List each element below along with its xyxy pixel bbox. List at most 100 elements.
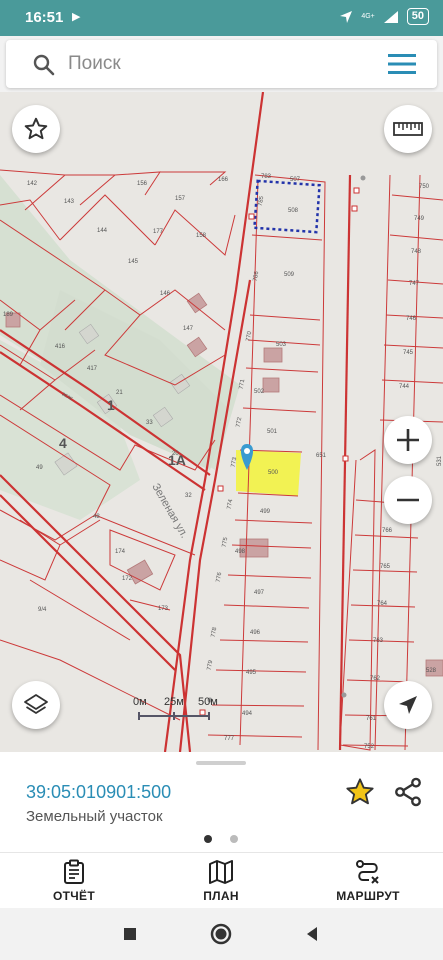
parcel-label: 762 (370, 676, 381, 682)
back-icon[interactable] (300, 922, 324, 946)
cadastral-map[interactable]: 142 156 166 143 157 144 177 158 145 146 … (0, 92, 443, 752)
ruler-button[interactable] (384, 105, 432, 153)
parcel-label: 499 (260, 509, 271, 515)
parcel-label: 774 (227, 498, 235, 510)
clipboard-icon (64, 859, 84, 884)
parcel-label: 33 (146, 420, 153, 426)
parcel-label: 651 (316, 453, 327, 459)
ruler-icon (393, 122, 423, 136)
parcel-label: 528 (426, 668, 437, 674)
home-icon[interactable] (209, 922, 233, 946)
parcel-label: 416 (55, 344, 66, 350)
status-icons: 4G+ 50 (339, 8, 429, 25)
layers-button[interactable] (12, 681, 60, 729)
parcel-label: 158 (196, 233, 207, 239)
parcel-label: 775 (222, 536, 230, 548)
parcel-label: 494 (242, 711, 253, 717)
search-bar[interactable] (6, 40, 437, 88)
parcel-label: 189 (3, 312, 14, 318)
minus-icon (397, 498, 419, 502)
parcel-label: 495 (246, 670, 257, 676)
star-outline-icon (24, 117, 48, 140)
signal-icon (383, 10, 398, 23)
parcel-label: 783 (261, 174, 272, 180)
parcel-label: 501 (267, 429, 278, 435)
plus-icon (397, 429, 419, 451)
parcel-label: 49 (36, 465, 43, 471)
parcel-label: 764 (377, 601, 388, 607)
parcel-label: 502 (254, 389, 265, 395)
status-bar: 16:51 ▶ 4G+ 50 (0, 0, 443, 36)
parcel-label: 142 (27, 181, 38, 187)
share-icon[interactable] (392, 776, 424, 808)
parcel-label: 746 (406, 316, 417, 322)
nav-report-label: ОТЧЁТ (53, 889, 95, 903)
parcel-label: 48 (93, 514, 100, 520)
parcel-label: 763 (373, 638, 384, 644)
parcel-label: 749 (414, 216, 425, 222)
block-label: 1 (107, 397, 115, 413)
object-info-panel[interactable]: 39:05:010901:500 Земельный участок (0, 752, 443, 852)
parcel-label: 496 (250, 630, 261, 636)
scale-label-end: 50м (198, 696, 218, 708)
layers-icon (24, 694, 48, 714)
parcel-label: 157 (175, 196, 186, 202)
page-dot-active[interactable] (204, 835, 212, 843)
route-icon (356, 860, 379, 884)
parcel-label: 766 (382, 528, 393, 534)
block-label: 1А (168, 452, 186, 468)
parcel-label: 786 (253, 270, 261, 282)
favorite-map-button[interactable] (12, 105, 60, 153)
parcel-label: 156 (137, 181, 148, 187)
bottom-navigation: ОТЧЁТ ПЛАН МАРШРУТ (0, 852, 443, 908)
zoom-out-button[interactable] (384, 476, 432, 524)
parcel-label: 750 (419, 184, 430, 190)
street-label: Зеленая ул. (149, 482, 190, 541)
parcel-label: 745 (403, 350, 414, 356)
zoom-in-button[interactable] (384, 416, 432, 464)
parcel-label: 503 (276, 342, 287, 348)
parcel-label: 172 (122, 576, 133, 582)
parcel-label: 144 (97, 228, 108, 234)
hamburger-menu-icon[interactable] (387, 53, 417, 75)
nav-plan[interactable]: ПЛАН (171, 859, 271, 907)
search-icon[interactable] (32, 53, 56, 77)
play-icon: ▶ (72, 11, 81, 23)
parcel-label: 417 (87, 366, 98, 372)
status-time: 16:51 (25, 9, 64, 26)
parcel-label: 765 (380, 564, 391, 570)
locate-me-button[interactable] (384, 681, 432, 729)
dashed-parcel-outline (253, 179, 321, 234)
system-navigation-bar (0, 908, 443, 960)
nav-route[interactable]: МАРШРУТ (318, 859, 418, 907)
recents-icon[interactable] (118, 922, 142, 946)
parcel-label: 143 (64, 199, 75, 205)
parcel-label: 497 (254, 590, 265, 596)
block-label: 4 (59, 435, 67, 451)
drag-handle[interactable] (196, 761, 246, 765)
parcel-label: 173 (158, 606, 169, 612)
parcel-label: 174 (115, 549, 126, 555)
parcel-label: 785 (258, 195, 266, 207)
map-scale-bar: 0м 25м 50м (130, 696, 230, 726)
parcel-label: 777 (224, 736, 235, 742)
nav-plan-label: ПЛАН (203, 889, 239, 903)
parcel-label: 779 (207, 659, 215, 671)
parcel-label: 776 (216, 571, 224, 583)
parcel-label: 500 (268, 470, 279, 476)
parcel-label: 508 (288, 208, 299, 214)
object-type: Земельный участок (26, 808, 163, 825)
star-filled-icon[interactable] (344, 776, 376, 808)
scale-label-zero: 0м (133, 696, 147, 708)
page-dot-inactive[interactable] (230, 835, 238, 843)
parcel-label: 507 (290, 177, 301, 183)
cadastral-number[interactable]: 39:05:010901:500 (26, 782, 171, 803)
parcel-label: 744 (399, 384, 410, 390)
parcel-label: 145 (128, 259, 139, 265)
scale-label-mid: 25м (164, 696, 184, 708)
map-canvas[interactable]: 142 156 166 143 157 144 177 158 145 146 … (0, 92, 443, 752)
search-input[interactable] (68, 50, 368, 78)
parcel-label: 761 (366, 716, 377, 722)
nav-route-label: МАРШРУТ (336, 889, 400, 903)
nav-report[interactable]: ОТЧЁТ (24, 859, 124, 907)
